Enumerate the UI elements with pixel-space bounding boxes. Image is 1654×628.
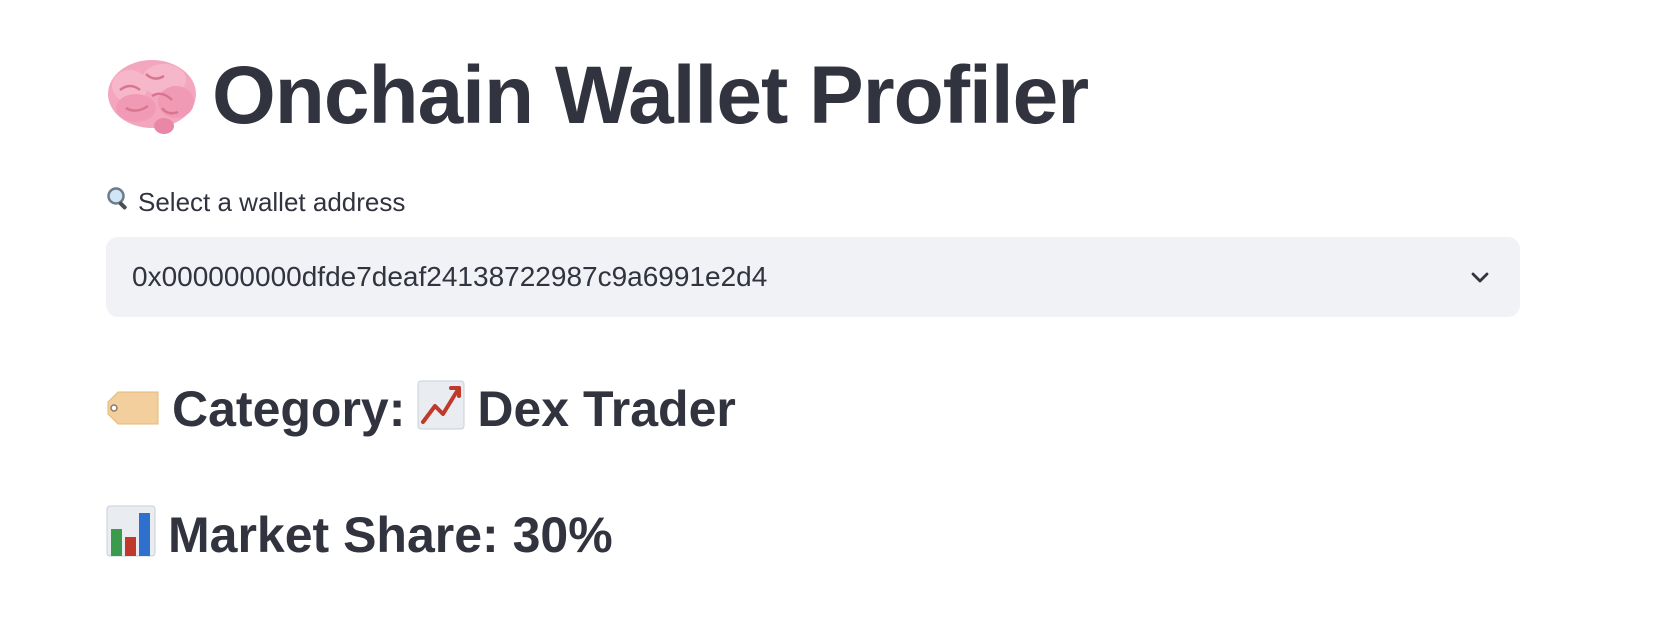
brain-icon (106, 56, 198, 136)
chart-increasing-icon (417, 380, 465, 438)
category-value: Dex Trader (477, 381, 736, 437)
wallet-address-select-value: 0x000000000dfde7deaf24138722987c9a6991e2… (132, 261, 768, 292)
page-title-text: Onchain Wallet Profiler (212, 50, 1089, 141)
bar-chart-icon (106, 505, 156, 565)
category-label: Category: (172, 381, 406, 437)
market-share-heading: Market Share: 30% (106, 505, 613, 565)
wallet-select-label: Select a wallet address (106, 186, 405, 219)
market-share-label: Market Share: 30% (168, 507, 613, 563)
wallet-select-label-text: Select a wallet address (138, 187, 406, 217)
tag-icon (106, 384, 160, 434)
wallet-address-select[interactable]: 0x000000000dfde7deaf24138722987c9a6991e2… (106, 237, 1520, 317)
chevron-down-icon[interactable] (1468, 265, 1492, 289)
page-title: Onchain Wallet Profiler (106, 48, 1089, 144)
category-heading: Category: Dex Trader (106, 380, 736, 438)
magnifier-icon (106, 186, 132, 219)
